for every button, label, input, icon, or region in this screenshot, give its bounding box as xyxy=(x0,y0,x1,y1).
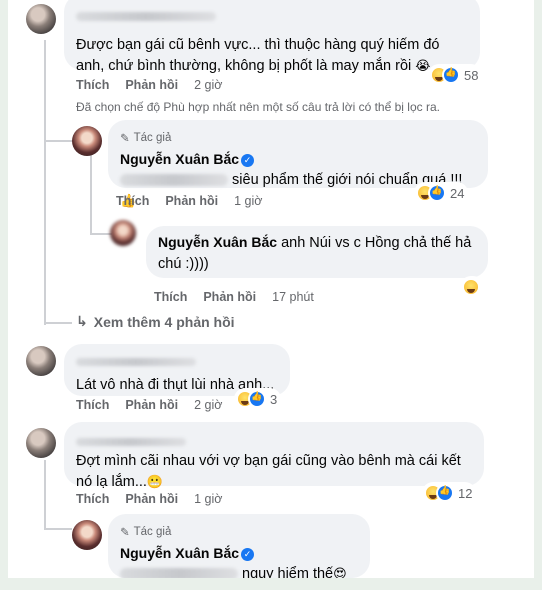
reaction-summary[interactable]: 58 xyxy=(428,64,483,86)
author-tag: ✎ Tác giả xyxy=(120,128,476,149)
view-more-replies-label: Xem thêm 4 phản hồi xyxy=(93,314,235,330)
author-tag-label: Tác giả xyxy=(133,526,172,538)
like-button[interactable]: Thích xyxy=(76,398,109,412)
reaction-summary[interactable]: 12 xyxy=(422,482,477,504)
thread-line xyxy=(44,322,72,324)
comment-actions: Thích Phản hồi 1 giờ xyxy=(76,492,222,506)
heart-eyes-emoji-icon: 😍 xyxy=(333,567,347,578)
grimace-emoji-icon: 😬 xyxy=(146,475,164,490)
like-button[interactable]: Thích xyxy=(154,290,187,304)
reply-text: Nguyễn Xuân Bắc anh Núi vs c Hồng chả th… xyxy=(158,234,472,272)
author-name[interactable]: Nguyễn Xuân Bắc xyxy=(158,234,277,250)
author-name-label: Nguyễn Xuân Bắc xyxy=(120,151,240,167)
comment-thread: Được bạn gái cũ bênh vực... thì thuộc hà… xyxy=(8,0,534,578)
timestamp[interactable]: 17 phút xyxy=(272,290,314,304)
avatar[interactable] xyxy=(26,346,56,376)
filter-notice: Đã chọn chế độ Phù hợp nhất nên một số c… xyxy=(76,100,440,114)
reply-arrow-icon: ↳ xyxy=(76,314,88,330)
reaction-summary[interactable]: 3 xyxy=(234,388,282,410)
author-name-label: Nguyễn Xuân Bắc xyxy=(120,545,240,561)
comment-actions: Thích Phản hồi 2 giờ xyxy=(76,398,222,412)
timestamp[interactable]: 2 giờ xyxy=(194,398,222,412)
commenter-name-blurred xyxy=(76,352,278,373)
pencil-icon: ✎ xyxy=(120,525,130,539)
comment-actions: Thích Phản hồi 1 giờ xyxy=(116,194,262,208)
like-button[interactable]: Thích xyxy=(76,78,109,92)
reaction-count: 3 xyxy=(270,391,278,407)
verified-badge-icon: ✓ xyxy=(241,548,255,561)
reply-bubble: Nguyễn Xuân Bắc anh Núi vs c Hồng chả th… xyxy=(146,226,488,278)
pencil-icon: ✎ xyxy=(120,131,130,145)
thread-line xyxy=(44,528,72,530)
commenter-name-blurred xyxy=(76,432,472,453)
reaction-count: 12 xyxy=(458,485,473,501)
reaction-summary[interactable]: 24 xyxy=(414,182,469,204)
comment-text: Được bạn gái cũ bênh vực... thì thuộc hà… xyxy=(76,35,468,77)
author-avatar[interactable] xyxy=(72,520,102,550)
comment-text: Đợt mình cãi nhau với vợ bạn gái cũng và… xyxy=(76,451,472,493)
comment-actions: Thích Phản hồi 2 giờ xyxy=(76,78,222,92)
avatar[interactable] xyxy=(26,428,56,458)
author-tag: ✎ Tác giả xyxy=(120,522,358,543)
verified-badge-icon: ✓ xyxy=(241,154,255,167)
like-reaction-icon xyxy=(436,484,454,502)
thread-line xyxy=(44,460,46,530)
author-avatar[interactable] xyxy=(110,220,136,246)
like-button[interactable]: Thích xyxy=(76,492,109,506)
comment-bubble: Được bạn gái cũ bênh vực... thì thuộc hà… xyxy=(64,0,480,74)
reaction-count: 24 xyxy=(450,185,465,201)
reply-bubble: ✎ Tác giả Nguyễn Xuân Bắc ✓ siêu phẩm thế… xyxy=(108,120,488,209)
reaction-summary[interactable] xyxy=(460,276,484,298)
like-reaction-icon xyxy=(428,184,446,202)
author-name[interactable]: Nguyễn Xuân Bắc ✓ xyxy=(120,149,476,170)
comment-bubble: Đợt mình cãi nhau với vợ bạn gái cũng và… xyxy=(64,422,484,490)
thread-line xyxy=(90,155,92,235)
reply-bubble: ✎ Tác giả Nguyễn Xuân Bắc ✓ nguy hiểm thế… xyxy=(108,514,370,578)
reply-button[interactable]: Phản hồi xyxy=(125,492,178,506)
like-reaction-icon xyxy=(442,66,460,84)
timestamp[interactable]: 1 giờ xyxy=(234,194,262,208)
reply-text: nguy hiểm thế😍 xyxy=(120,564,358,578)
thread-line xyxy=(44,40,46,325)
comment-actions: Thích Phản hồi 17 phút xyxy=(154,290,314,304)
reply-button[interactable]: Phản hồi xyxy=(125,78,178,92)
view-more-replies-button[interactable]: ↳ Xem thêm 4 phản hồi xyxy=(76,314,235,330)
author-tag-label: Tác giả xyxy=(133,132,172,144)
avatar[interactable] xyxy=(26,4,56,34)
thread-line xyxy=(44,140,72,142)
commenter-name-blurred xyxy=(76,6,468,27)
author-name[interactable]: Nguyễn Xuân Bắc ✓ xyxy=(120,543,358,564)
timestamp[interactable]: 2 giờ xyxy=(194,78,222,92)
haha-reaction-icon xyxy=(462,278,480,296)
timestamp[interactable]: 1 giờ xyxy=(194,492,222,506)
author-avatar[interactable] xyxy=(72,126,102,156)
like-button[interactable]: Thích xyxy=(116,194,149,208)
like-reaction-icon xyxy=(248,390,266,408)
reply-button[interactable]: Phản hồi xyxy=(165,194,218,208)
reply-button[interactable]: Phản hồi xyxy=(203,290,256,304)
thread-line xyxy=(90,233,112,235)
reply-button[interactable]: Phản hồi xyxy=(125,398,178,412)
reaction-count: 58 xyxy=(464,67,479,83)
